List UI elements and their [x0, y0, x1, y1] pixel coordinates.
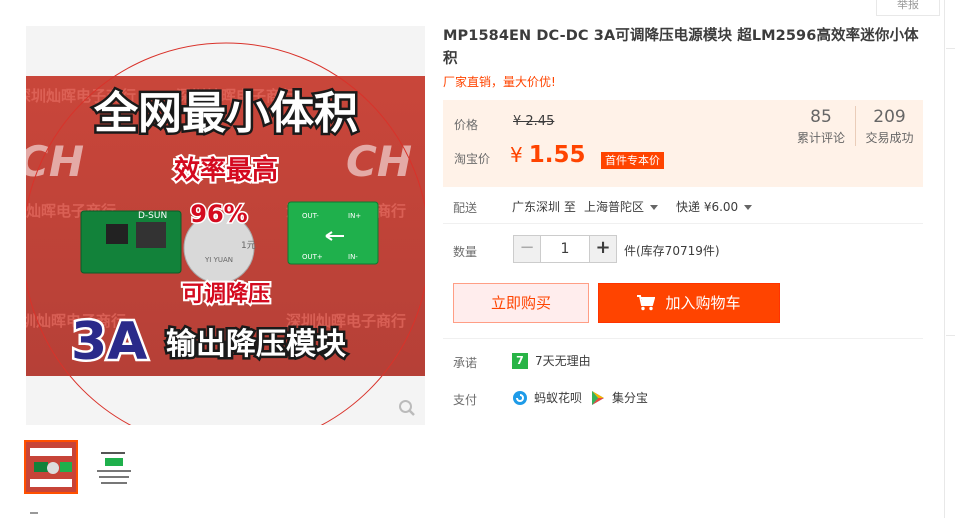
svg-text:YI YUAN: YI YUAN	[204, 256, 233, 264]
svg-text:D-SUN: D-SUN	[138, 211, 167, 221]
review-count-label: 累计评论	[796, 131, 845, 145]
svg-text:效率最高: 效率最高	[174, 155, 278, 186]
svg-text:IN-: IN-	[348, 253, 358, 261]
chevron-down-icon	[650, 205, 659, 210]
svg-text:3A: 3A	[71, 312, 147, 372]
report-link[interactable]: 举报	[876, 0, 940, 16]
taobao-price: ¥1.55	[510, 142, 585, 168]
deal-count-label: 交易成功	[865, 131, 914, 145]
right-rail	[944, 0, 955, 518]
first-item-badge: 首件专本价	[601, 152, 664, 169]
cart-icon	[637, 295, 656, 311]
buy-now-button[interactable]: 立即购买	[453, 283, 589, 323]
thumbnail-image	[89, 442, 139, 492]
increase-button[interactable]: +	[589, 235, 617, 263]
product-page: 举报 深圳灿晖电子商行 深圳灿晖电子商行 深圳灿晖电子商行 深圳灿晖电子商行 深…	[0, 0, 955, 518]
thumbnail-2[interactable]	[87, 440, 141, 494]
svg-text:可调降压: 可调降压	[182, 282, 270, 307]
add-to-cart-label: 加入购物车	[665, 294, 741, 312]
main-product-image[interactable]: 深圳灿晖电子商行 深圳灿晖电子商行 深圳灿晖电子商行 深圳灿晖电子商行 深圳灿晖…	[26, 26, 425, 425]
scroll-indicator	[30, 512, 38, 518]
product-subtitle: 厂家直销，量大价优!	[443, 75, 556, 89]
delivery-destination-select[interactable]: 上海普陀区	[584, 198, 659, 215]
deal-count: 209 交易成功	[855, 106, 923, 146]
price-value: 1.55	[528, 142, 586, 168]
chevron-down-icon	[744, 205, 753, 210]
svg-text:96%: 96%	[190, 200, 247, 228]
shipping-fee-select[interactable]: 快递 ¥6.00	[676, 198, 753, 215]
payment-label: 支付	[453, 393, 478, 407]
svg-text:输出降压模块: 输出降压模块	[166, 327, 346, 362]
taobao-price-label: 淘宝价	[454, 152, 491, 166]
rail-divider	[946, 335, 955, 336]
review-count-value: 85	[810, 107, 832, 127]
thumbnail-1[interactable]	[24, 440, 78, 494]
delivery-label: 配送	[453, 201, 478, 215]
shipping-fee: 快递 ¥6.00	[676, 200, 739, 214]
svg-text:IN+: IN+	[348, 212, 361, 220]
price-panel: 价格 ¥ 2.45 淘宝价 ¥1.55 首件专本价 85 累计评论 209 交易…	[443, 100, 923, 187]
quantity-stepper: − +	[513, 235, 617, 263]
divider	[443, 338, 923, 339]
thumbnail-image	[26, 442, 76, 492]
svg-text:全网最小体积: 全网最小体积	[93, 88, 358, 139]
review-count[interactable]: 85 累计评论	[791, 106, 851, 146]
delivery-origin: 广东深圳 至	[512, 200, 576, 214]
decrease-button[interactable]: −	[513, 235, 541, 263]
return-policy-text: 7天无理由	[535, 354, 591, 368]
payment-method-huabei[interactable]: 蚂蚁花呗	[534, 389, 582, 406]
quantity-label: 数量	[453, 245, 478, 259]
divider	[443, 223, 923, 224]
svg-text:1元: 1元	[241, 241, 256, 251]
delivery-destination: 上海普陀区	[584, 200, 645, 214]
seven-day-icon: 7	[512, 352, 528, 369]
quantity-input[interactable]	[541, 235, 589, 263]
payment-methods: 蚂蚁花呗 集分宝	[512, 389, 648, 406]
zoom-icon[interactable]	[398, 399, 416, 417]
huabei-icon	[513, 390, 527, 405]
currency-symbol: ¥	[510, 143, 523, 167]
jifenbao-icon	[592, 390, 605, 405]
svg-text:OUT-: OUT-	[302, 212, 319, 220]
add-to-cart-button[interactable]: 加入购物车	[598, 283, 780, 323]
price-label: 价格	[454, 118, 479, 132]
original-price: ¥ 2.45	[513, 114, 555, 129]
stock-info: 件(库存70719件)	[624, 244, 720, 258]
product-photo: 深圳灿晖电子商行 深圳灿晖电子商行 深圳灿晖电子商行 深圳灿晖电子商行 深圳灿晖…	[26, 26, 425, 425]
return-policy[interactable]: 7 7天无理由	[512, 352, 591, 369]
svg-text:OUT+: OUT+	[302, 253, 323, 261]
payment-method-jifenbao[interactable]: 集分宝	[612, 389, 648, 406]
rail-divider	[946, 48, 955, 49]
promise-label: 承诺	[453, 356, 478, 370]
deal-count-value: 209	[873, 107, 906, 127]
product-title: MP1584EN DC-DC 3A可调降压电源模块 超LM2596高效率迷你小体…	[443, 28, 919, 67]
